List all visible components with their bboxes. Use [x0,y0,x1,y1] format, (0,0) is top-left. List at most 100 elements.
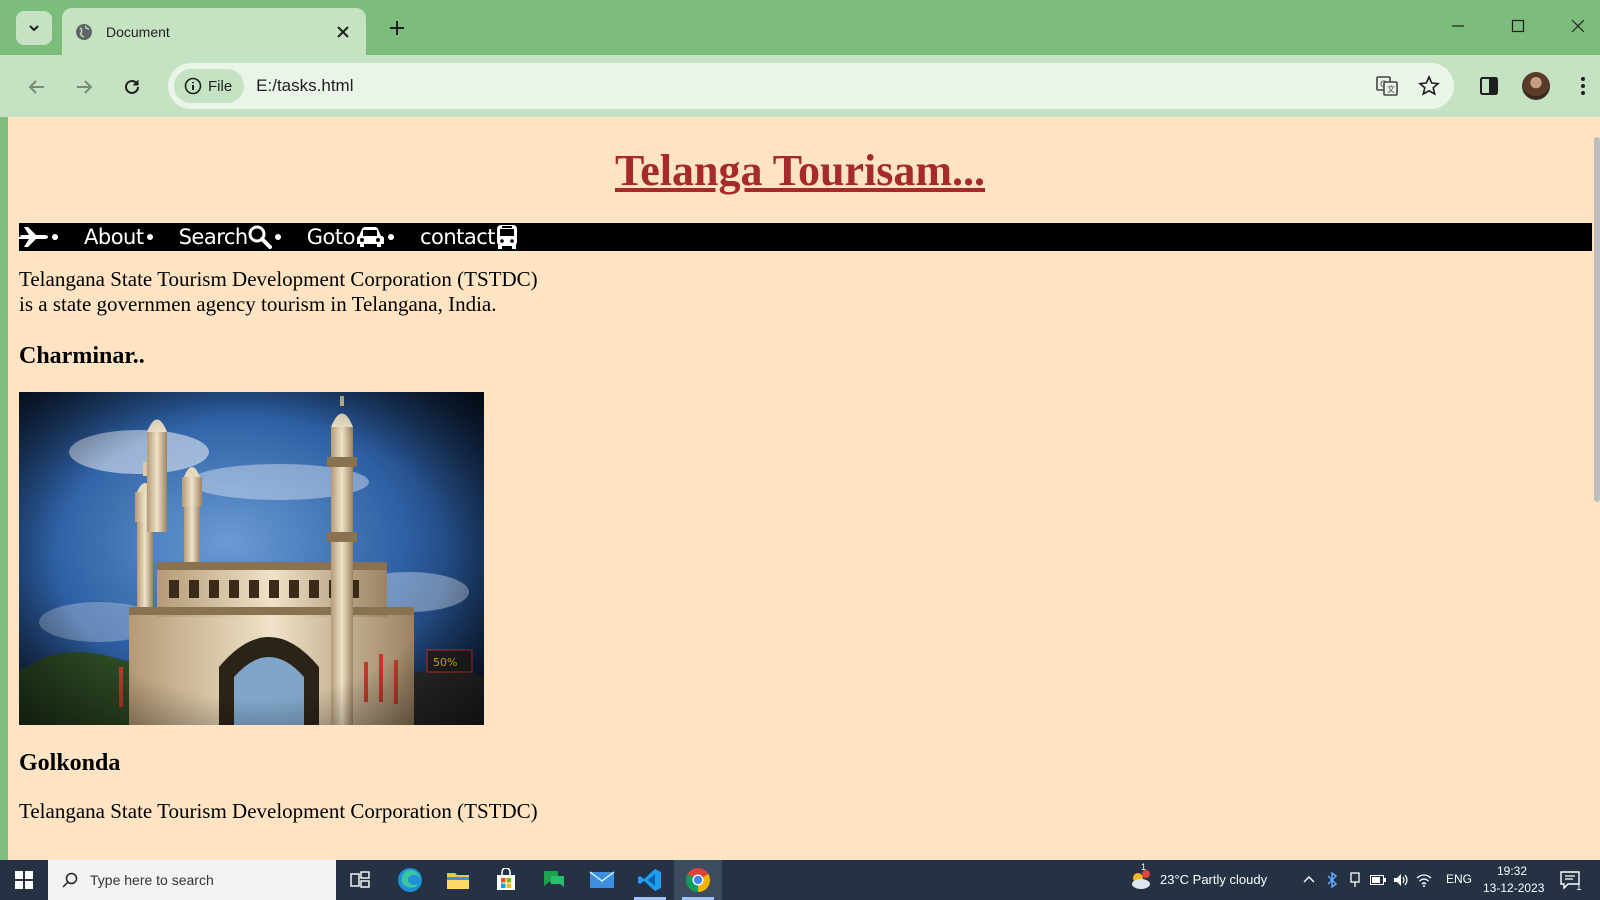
chevron-up-icon[interactable] [1301,872,1317,888]
page-viewport: Telanga Tourisam... About Search Goto co… [8,117,1600,860]
bus-icon [497,225,518,249]
nav-item-search[interactable]: Search [179,225,281,249]
clock-date[interactable]: 13-12-2023 [1483,881,1544,895]
tab-list-button[interactable] [16,11,52,45]
browser-toolbar: File E:/tasks.html G文 [0,55,1600,117]
menu-icon [1581,77,1585,95]
back-icon [28,80,44,94]
charminar-image: 50% [19,392,484,725]
back-button[interactable] [20,70,54,104]
edge-icon [398,868,422,892]
taskbar-search-box[interactable]: Type here to search [48,860,336,900]
search-icon [248,225,272,249]
usb-icon[interactable] [1347,872,1363,888]
plane-icon [19,227,48,247]
folder-icon [447,873,469,889]
nav-item-goto[interactable]: Goto [307,225,394,249]
menu-button[interactable] [1566,69,1600,103]
side-panel-button[interactable] [1472,69,1506,103]
profile-button[interactable] [1519,69,1553,103]
svg-text:文: 文 [1387,84,1395,94]
window-close-icon [1571,19,1585,33]
intro-line-2: is a state governmen agency tourism in T… [19,292,497,316]
clock-time[interactable]: 19:32 [1497,864,1527,878]
windows-taskbar: Type here to search 1 23°C Partly cloudy [0,860,1600,900]
language-indicator[interactable]: ENG [1446,872,1472,886]
tab-title: Document [106,23,170,40]
chevron-down-icon [29,25,39,32]
taskbar-file-explorer[interactable] [434,860,482,900]
taskbar-chrome[interactable] [674,860,722,900]
maximize-icon [1511,19,1525,33]
star-icon[interactable] [1412,69,1446,103]
taskbar-edge[interactable] [386,860,434,900]
bluetooth-icon[interactable] [1324,872,1340,888]
nav-bullet [146,234,153,240]
taskbar-search-placeholder: Type here to search [90,872,214,888]
nav-bullet [274,234,281,240]
chrome-icon [685,868,711,892]
site-info-chip[interactable]: File [174,69,245,103]
wifi-icon[interactable] [1416,872,1432,888]
task-view-button[interactable] [336,860,384,900]
nav-item-contact[interactable]: contact [420,224,519,250]
nav-label-contact: contact [419,225,496,249]
reload-icon [125,79,139,94]
windows-logo-icon [15,871,33,889]
search-icon [62,872,78,888]
page-scrollbar[interactable] [1592,117,1600,860]
battery-icon[interactable] [1370,872,1386,888]
nav-item-about[interactable]: About [84,225,153,249]
new-tab-button[interactable] [382,13,412,43]
store-icon [497,868,515,890]
side-panel-icon [1480,77,1498,95]
browser-tabbar: Document [0,0,1600,55]
intro-paragraph: Telangana State Tourism Development Corp… [19,267,538,317]
charminar-heading: Charminar.. [19,343,145,369]
chip-label: File [208,77,233,95]
address-bar[interactable]: File E:/tasks.html G文 [168,63,1454,109]
taskbar-vscode[interactable] [626,860,674,900]
weather-text[interactable]: 23°C Partly cloudy [1160,872,1267,887]
close-icon[interactable] [332,21,354,43]
forward-button[interactable] [67,70,101,104]
info-icon [184,77,202,95]
notification-count: 1 [1576,882,1582,893]
forward-icon [77,80,93,94]
browser-tab[interactable]: Document [62,8,366,55]
nav-bullet [52,234,58,240]
weather-icon[interactable] [1128,869,1152,891]
nav-item-home[interactable] [19,225,58,249]
nav-bullet [387,234,394,240]
window-close-button[interactable] [1560,11,1596,41]
reload-button[interactable] [115,70,149,104]
taskbar-mail[interactable] [578,860,626,900]
globe-icon [74,22,94,42]
page-title: Telanga Tourisam... [614,146,986,195]
start-button[interactable] [0,860,48,900]
nav-label-search: Search [178,225,249,249]
maximize-button[interactable] [1500,11,1536,41]
golkonda-heading: Golkonda [19,750,121,776]
car-icon [356,227,384,247]
site-navbar: About Search Goto contact [19,223,1592,251]
weather-badge: 1 [1141,862,1147,872]
mail-icon [589,871,615,888]
nav-label-goto: Goto [306,225,356,249]
taskbar-store[interactable] [482,860,530,900]
url-text[interactable]: E:/tasks.html [256,76,1370,96]
taskbar-chat[interactable] [530,860,578,900]
translate-icon[interactable]: G文 [1370,69,1404,103]
intro-line-1: Telangana State Tourism Development Corp… [19,267,538,291]
vscode-icon [638,869,661,891]
minimize-icon [1452,25,1464,27]
chat-icon [544,871,564,887]
task-view-icon [350,871,370,888]
volume-icon[interactable] [1393,872,1409,888]
golkonda-paragraph: Telangana State Tourism Development Corp… [19,799,538,823]
nav-label-about: About [84,225,144,249]
minimize-button[interactable] [1440,11,1476,41]
profile-avatar [1522,72,1550,100]
plus-icon [390,21,404,35]
scrollbar-thumb[interactable] [1594,137,1600,502]
